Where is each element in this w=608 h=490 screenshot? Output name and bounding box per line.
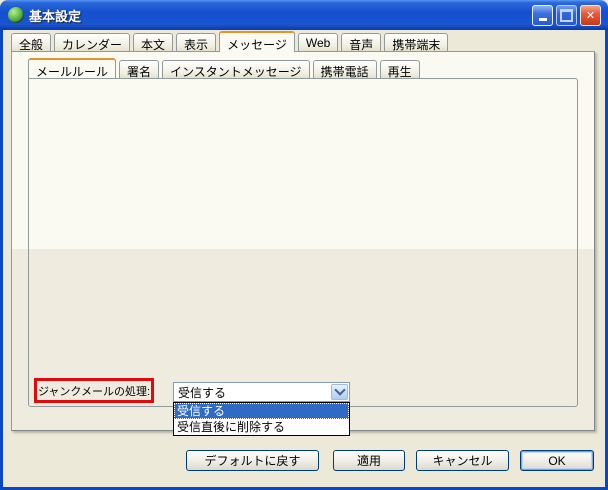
tab-body[interactable]: 本文 <box>133 33 173 51</box>
junk-mail-highlight-box: ジャンクメールの処理: <box>34 378 154 403</box>
maximize-icon <box>560 9 573 22</box>
close-button[interactable]: ✕ <box>580 5 601 26</box>
sub-tab-bar: メールルール 署名 インスタントメッセージ 携帯電話 再生 <box>28 60 420 78</box>
apply-button[interactable]: 適用 <box>333 450 405 471</box>
tab-mobile-terminal[interactable]: 携帯端末 <box>384 33 448 51</box>
junk-mail-combo[interactable]: 受信する <box>173 382 350 402</box>
subtab-instant-message[interactable]: インスタントメッセージ <box>162 60 310 78</box>
main-tab-bar: 全般 カレンダー 本文 表示 メッセージ Web 音声 携帯端末 <box>11 33 448 51</box>
junk-mail-dropdown-list: 受信する 受信直後に削除する <box>173 402 350 436</box>
tab-display[interactable]: 表示 <box>176 33 216 51</box>
subtab-mail-rules[interactable]: メールルール <box>28 58 116 79</box>
restore-defaults-button[interactable]: デフォルトに戻す <box>186 450 319 471</box>
mail-rules-panel <box>28 78 578 407</box>
title-bar[interactable]: 基本設定 ✕ <box>0 0 608 30</box>
junk-mail-label: ジャンクメールの処理: <box>38 383 150 399</box>
cancel-button[interactable]: キャンセル <box>416 450 509 471</box>
subtab-playback[interactable]: 再生 <box>380 60 420 78</box>
minimize-icon <box>539 18 547 21</box>
app-icon <box>8 7 24 23</box>
subtab-mobile-phone[interactable]: 携帯電話 <box>313 60 377 78</box>
tab-voice[interactable]: 音声 <box>341 33 381 51</box>
chevron-down-icon[interactable] <box>331 384 348 400</box>
dropdown-option-receive[interactable]: 受信する <box>174 403 349 419</box>
window-title: 基本設定 <box>29 6 81 25</box>
tab-web[interactable]: Web <box>298 33 338 51</box>
close-icon: ✕ <box>586 9 595 22</box>
subtab-signature[interactable]: 署名 <box>119 60 159 78</box>
dialog-window: 基本設定 ✕ 全般 カレンダー 本文 表示 メッセージ Web 音声 携帯端末 … <box>0 0 608 490</box>
ok-button[interactable]: OK <box>520 450 594 471</box>
tab-general[interactable]: 全般 <box>11 33 51 51</box>
maximize-button[interactable] <box>556 5 577 26</box>
minimize-button[interactable] <box>532 5 553 26</box>
tab-message[interactable]: メッセージ <box>219 31 295 52</box>
dropdown-option-delete-after-receive[interactable]: 受信直後に削除する <box>174 419 349 435</box>
tab-calendar[interactable]: カレンダー <box>54 33 130 51</box>
